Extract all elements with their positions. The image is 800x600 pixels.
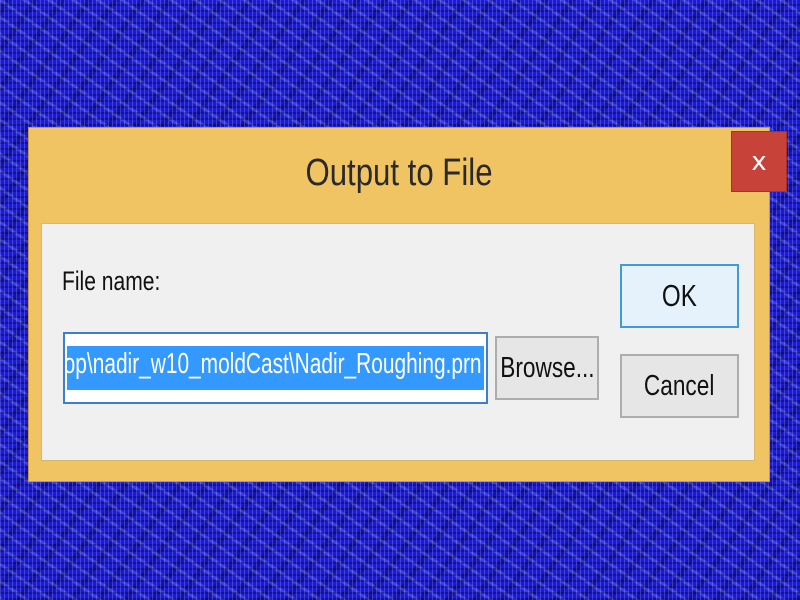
dialog-client-area: File name: esktop\nadir_w10_moldCast\Nad… bbox=[41, 223, 755, 461]
title-bar[interactable]: Output to File bbox=[29, 128, 769, 223]
ok-button-label: OK bbox=[662, 278, 697, 313]
file-name-selection: esktop\nadir_w10_moldCast\Nadir_Roughing… bbox=[67, 346, 484, 390]
file-name-input[interactable]: esktop\nadir_w10_moldCast\Nadir_Roughing… bbox=[63, 332, 488, 404]
output-to-file-dialog: Output to File x File name: esktop\nadir… bbox=[28, 127, 787, 482]
close-icon: x bbox=[751, 146, 767, 177]
file-name-label: File name: bbox=[62, 266, 161, 296]
cancel-button-label: Cancel bbox=[644, 369, 715, 402]
file-name-value: esktop\nadir_w10_moldCast\Nadir_Roughing… bbox=[67, 348, 482, 380]
dialog-title: Output to File bbox=[305, 152, 493, 194]
browse-button-label: Browse... bbox=[499, 351, 595, 384]
browse-button[interactable]: Browse... bbox=[495, 336, 599, 400]
ok-button[interactable]: OK bbox=[620, 264, 739, 328]
close-button[interactable]: x bbox=[731, 131, 787, 192]
cancel-button[interactable]: Cancel bbox=[620, 354, 739, 418]
